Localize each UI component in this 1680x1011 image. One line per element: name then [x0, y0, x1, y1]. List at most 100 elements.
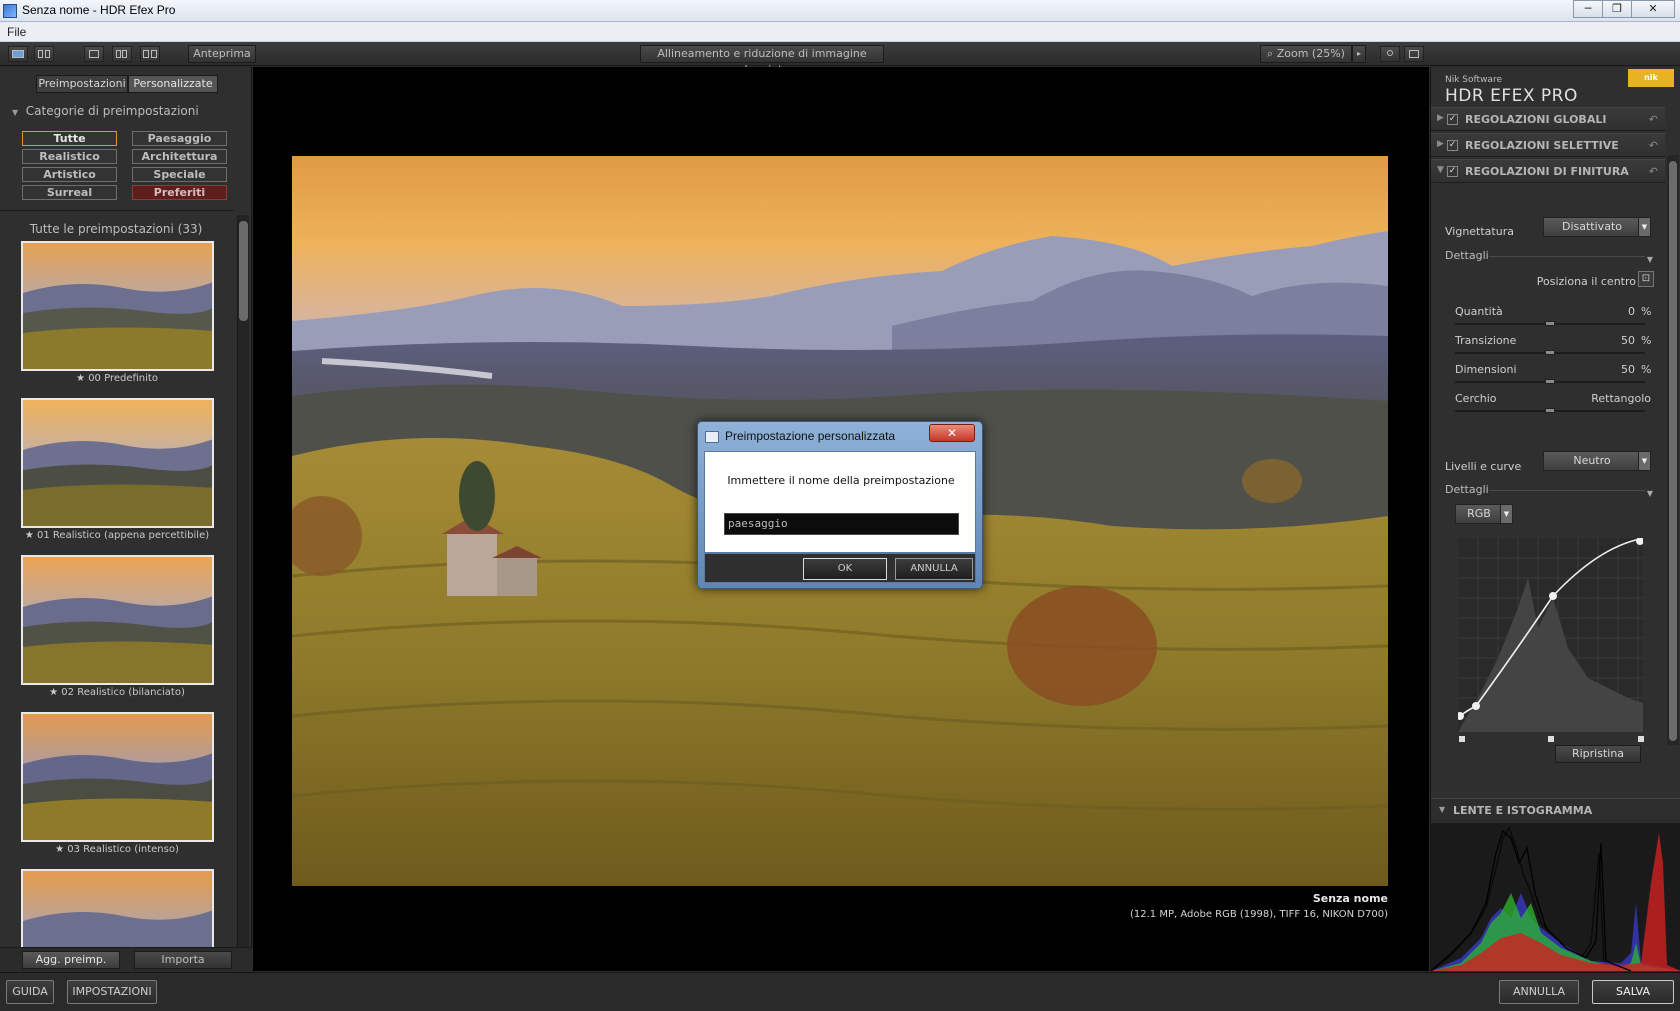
slider-value: 50 [1621, 334, 1635, 347]
adjustments-scroll-thumb[interactable] [1669, 161, 1677, 741]
star-icon[interactable]: ★ [49, 687, 58, 698]
preset-label[interactable]: ★ 02 Realistico (bilanciato) [0, 687, 234, 698]
dialog-ok-button[interactable]: OK [803, 558, 887, 580]
menu-file[interactable]: File [7, 25, 26, 39]
preset-thumbnail[interactable] [21, 241, 214, 371]
grid-view-icon[interactable] [34, 46, 54, 62]
vignette-dropdown[interactable]: Disattivato ▼ [1543, 217, 1651, 237]
section-selective-adjustments[interactable]: ▶ ✓ REGOLAZIONI SELETTIVE ↶ [1431, 133, 1665, 157]
chevron-down-icon: ▼ [1500, 505, 1512, 523]
details-arrow-icon[interactable]: ▼ [1445, 255, 1653, 264]
preset-name: 01 Realistico (appena percettibile) [37, 530, 210, 541]
dialog-close-icon[interactable]: ✕ [929, 424, 975, 442]
slider-label: Transizione [1455, 334, 1517, 347]
reset-arrow-icon[interactable]: ↶ [1649, 139, 1658, 152]
slider-knob[interactable] [1545, 408, 1555, 413]
zoom-label: Zoom (25%) [1276, 47, 1345, 60]
ghost-reduction-button[interactable]: Allineamento e riduzione di immagine sdo… [640, 45, 884, 76]
split-view-icon[interactable] [112, 46, 132, 62]
category-paesaggio[interactable]: Paesaggio [132, 131, 227, 146]
slider-knob[interactable] [1545, 321, 1555, 326]
reset-arrow-icon[interactable]: ↶ [1649, 113, 1658, 126]
window-title: Senza nome - HDR Efex Pro [22, 3, 176, 17]
image-info: (12.1 MP, Adobe RGB (1998), TIFF 16, NIK… [1130, 909, 1388, 920]
category-artistico[interactable]: Artistico [22, 167, 117, 182]
enable-checkbox[interactable]: ✓ [1447, 140, 1458, 151]
landscape-thumbnail-image [23, 400, 212, 526]
guide-button[interactable]: GUIDA [6, 980, 54, 1004]
loupe-histogram-header[interactable]: ▼ LENTE E ISTOGRAMMA [1431, 798, 1680, 822]
import-button[interactable]: Importa [134, 951, 232, 969]
save-button[interactable]: SALVA [1592, 980, 1674, 1004]
channel-dropdown[interactable]: RGB ▼ [1455, 504, 1513, 524]
slider-value: 50 [1621, 363, 1635, 376]
category-preferiti[interactable]: Preferiti [132, 185, 227, 200]
category-speciale[interactable]: Speciale [132, 167, 227, 182]
side-by-side-view-icon[interactable] [140, 46, 160, 62]
category-realistico[interactable]: Realistico [22, 149, 117, 164]
category-architettura[interactable]: Architettura [132, 149, 227, 164]
dialog-cancel-button[interactable]: ANNULLA [895, 558, 973, 580]
zoom-button[interactable]: ⌕ Zoom (25%) [1260, 45, 1352, 63]
cancel-button[interactable]: ANNULLA [1499, 980, 1579, 1004]
preset-thumbnail[interactable] [21, 869, 214, 947]
categories-header[interactable]: ▼ Categorie di preimpostazioni [12, 104, 199, 118]
preset-label[interactable]: ★ 00 Predefinito [0, 373, 234, 384]
star-icon[interactable]: ★ [25, 530, 34, 541]
category-surreal[interactable]: Surreal [22, 185, 117, 200]
tab-presets[interactable]: Preimpostazioni [36, 75, 128, 93]
minimize-icon[interactable]: ─ [1573, 0, 1603, 18]
loupe-toggle-icon[interactable] [1380, 46, 1400, 62]
enable-checkbox[interactable]: ✓ [1447, 114, 1458, 125]
filmstrip-view-icon[interactable] [8, 46, 28, 62]
adjustments-scrollbar[interactable] [1667, 155, 1679, 745]
preset-name-input[interactable]: paesaggio [724, 513, 959, 535]
enable-checkbox[interactable]: ✓ [1447, 166, 1458, 177]
chevron-down-icon: ▼ [1638, 218, 1650, 236]
preset-thumbnail[interactable] [21, 712, 214, 842]
presets-scrollbar[interactable] [237, 215, 249, 947]
zoom-arrow-icon[interactable]: ▸ [1352, 45, 1366, 63]
preset-label[interactable]: ★ 03 Realistico (intenso) [0, 844, 234, 855]
close-window-icon[interactable]: ✕ [1631, 0, 1675, 18]
add-preset-button[interactable]: Agg. preimp. [22, 951, 120, 969]
maximize-icon[interactable]: ❐ [1602, 0, 1632, 18]
image-name: Senza nome [1312, 892, 1388, 905]
black-point-handle-icon[interactable] [1459, 736, 1465, 742]
landscape-thumbnail-image [23, 714, 212, 840]
tab-custom[interactable]: Personalizzate [128, 75, 218, 93]
curves-graph[interactable] [1456, 537, 1644, 732]
star-icon[interactable]: ★ [76, 373, 85, 384]
preset-label[interactable]: ★ 01 Realistico (appena percettibile) [0, 530, 234, 541]
presets-panel: Preimpostazioni Personalizzate ▼ Categor… [0, 67, 252, 971]
slider-knob[interactable] [1545, 350, 1555, 355]
curve-point[interactable] [1472, 702, 1480, 710]
reset-curves-button[interactable]: Ripristina [1555, 745, 1641, 763]
presets-footer: Agg. preimp. Importa [0, 947, 252, 971]
nik-logo: nik [1628, 69, 1674, 87]
single-view-icon[interactable] [84, 46, 104, 62]
curves-editor[interactable] [1456, 537, 1644, 732]
crosshair-icon[interactable]: ⊡ [1638, 271, 1654, 287]
landscape-thumbnail-image [23, 243, 212, 369]
presets-scroll-thumb[interactable] [239, 221, 248, 321]
category-tutte[interactable]: Tutte [22, 131, 117, 146]
levels-dropdown[interactable]: Neutro ▼ [1543, 451, 1651, 471]
details2-arrow-icon[interactable]: ▼ [1445, 489, 1653, 498]
slider-knob[interactable] [1545, 379, 1555, 384]
section-finishing-adjustments[interactable]: ▼ ✓ REGOLAZIONI DI FINITURA ↶ [1431, 159, 1665, 183]
histogram [1430, 823, 1680, 972]
fullscreen-icon[interactable] [1404, 46, 1424, 62]
preview-button[interactable]: Anteprima [188, 45, 256, 63]
curve-point[interactable] [1549, 592, 1557, 600]
star-icon[interactable]: ★ [55, 844, 64, 855]
preset-thumbnail[interactable] [21, 398, 214, 528]
reset-arrow-icon[interactable]: ↶ [1649, 165, 1658, 178]
preset-thumbnail[interactable] [21, 555, 214, 685]
settings-button[interactable]: IMPOSTAZIONI [67, 980, 157, 1004]
midtone-handle-icon[interactable] [1548, 736, 1554, 742]
landscape-thumbnail-image [23, 871, 212, 947]
section-global-adjustments[interactable]: ▶ ✓ REGOLAZIONI GLOBALI ↶ [1431, 107, 1665, 131]
preset-name: 03 Realistico (intenso) [67, 844, 179, 855]
white-point-handle-icon[interactable] [1638, 736, 1644, 742]
